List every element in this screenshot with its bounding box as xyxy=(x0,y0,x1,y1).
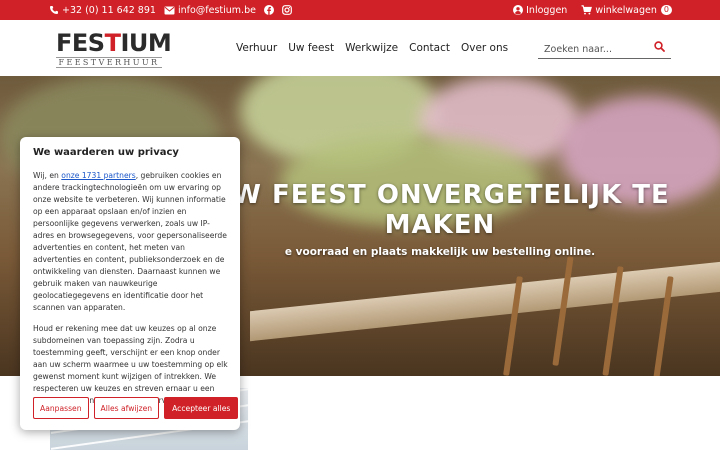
phone-link[interactable]: +32 (0) 11 642 891 xyxy=(49,5,156,16)
email-address: info@festium.be xyxy=(177,4,256,16)
envelope-icon xyxy=(164,6,175,14)
site-header: FESTIUM FEESTVERHUUR Verhuur Uw feest We… xyxy=(0,20,720,76)
hero-title-line2: MAKEN xyxy=(384,210,496,240)
search-box xyxy=(538,37,671,60)
phone-number: +32 (0) 11 642 891 xyxy=(62,4,156,16)
logo-wordmark: FESTIUM xyxy=(56,29,172,57)
reject-all-button[interactable]: Alles afwijzen xyxy=(93,397,160,419)
logo-part-t: T xyxy=(104,29,121,57)
email-link[interactable]: info@festium.be xyxy=(164,5,256,16)
nav-item-verhuur[interactable]: Verhuur xyxy=(236,42,277,54)
nav-item-werkwijze[interactable]: Werkwijze xyxy=(345,42,398,54)
cart-link[interactable]: winkelwagen 0 xyxy=(581,5,672,16)
user-icon xyxy=(513,5,524,15)
cart-icon xyxy=(581,5,593,15)
hero-subtitle: e voorraad en plaats makkelijk uw bestel… xyxy=(284,246,596,258)
cookie-consent-dialog: We waarderen uw privacy Wij, en onze 173… xyxy=(20,137,240,430)
search-icon[interactable] xyxy=(654,41,665,52)
cart-label: winkelwagen xyxy=(595,4,657,16)
cookie-title: We waarderen uw privacy xyxy=(33,147,179,158)
cookie-paragraph-1: Wij, en onze 1731 partners, gebruiken co… xyxy=(33,170,228,314)
partners-link[interactable]: onze 1731 partners xyxy=(61,171,135,180)
search-input[interactable] xyxy=(538,39,648,60)
nav-item-contact[interactable]: Contact xyxy=(409,42,450,54)
nav-item-over-ons[interactable]: Over ons xyxy=(461,42,508,54)
logo-part-a: FES xyxy=(56,29,105,57)
accept-all-button[interactable]: Accepteer alles xyxy=(164,397,239,419)
contact-info: +32 (0) 11 642 891 info@festium.be xyxy=(49,0,292,20)
hero-decor-chair xyxy=(552,256,574,366)
main-nav: Verhuur Uw feest Werkwijze Contact Over … xyxy=(236,20,508,76)
hero-title-line1: UW FEEST ONVERGETELIJK TE xyxy=(210,180,670,210)
cookie-p1-intro: Wij, en xyxy=(33,171,62,180)
nav-item-uw-feest[interactable]: Uw feest xyxy=(288,42,334,54)
cookie-p1-body: , gebruiken cookies en andere trackingte… xyxy=(33,171,227,312)
login-link[interactable]: Inloggen xyxy=(513,5,567,16)
facebook-link[interactable] xyxy=(263,5,274,15)
top-bar: +32 (0) 11 642 891 info@festium.be Inlog… xyxy=(0,0,720,20)
cookie-paragraph-2: Houd er rekening mee dat uw keuzes op al… xyxy=(33,324,228,405)
customize-button[interactable]: Aanpassen xyxy=(33,397,89,419)
account-area: Inloggen winkelwagen 0 xyxy=(513,0,672,20)
instagram-icon xyxy=(282,5,292,15)
instagram-link[interactable] xyxy=(282,5,292,15)
cart-count-badge: 0 xyxy=(660,5,672,15)
hero-title: UW FEEST ONVERGETELIJK TE MAKEN xyxy=(200,180,680,240)
facebook-icon xyxy=(263,5,274,15)
logo-tagline: FEESTVERHUUR xyxy=(56,57,162,68)
cookie-buttons: Aanpassen Alles afwijzen Accepteer alles xyxy=(33,397,239,419)
hero-decor-table xyxy=(250,260,720,342)
phone-icon xyxy=(50,6,58,14)
login-label: Inloggen xyxy=(526,4,568,16)
festium-logo[interactable]: FESTIUM FEESTVERHUUR xyxy=(56,29,172,70)
logo-part-b: IUM xyxy=(120,29,172,57)
